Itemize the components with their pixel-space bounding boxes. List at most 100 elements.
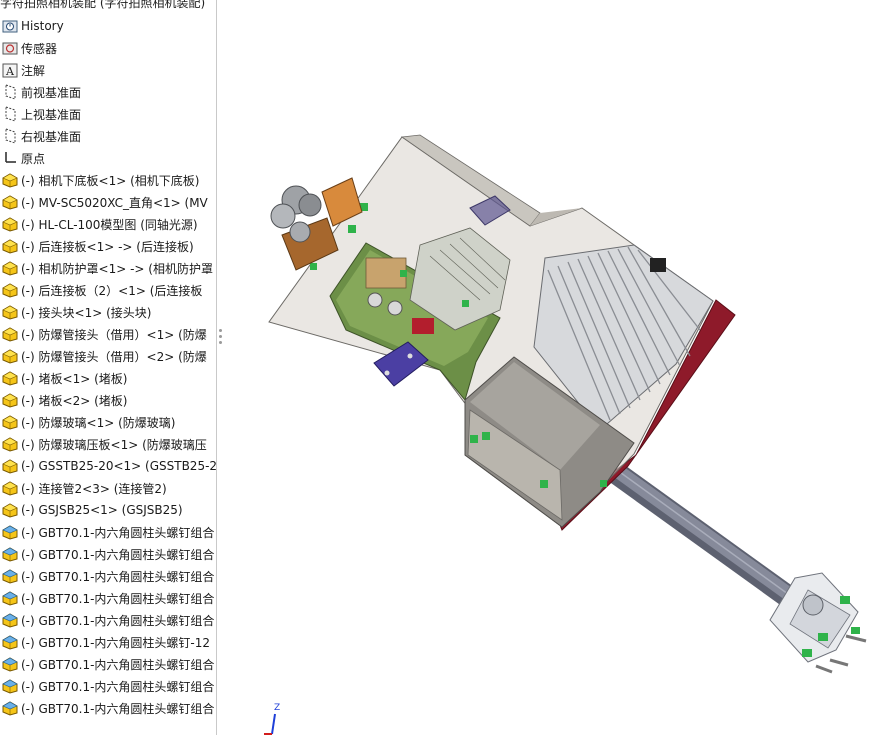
toolbox-part-icon [1,589,19,607]
tree-item[interactable]: (-) MV-SC5020XC_直角<1> (MV [0,191,216,213]
origin-icon [1,149,19,167]
part-icon [1,259,19,277]
tree-item-label: (-) 防爆玻璃压板<1> (防爆玻璃压 [21,437,207,452]
tree-item-label: History [21,19,64,33]
tree-item[interactable]: (-) 后连接板<1> -> (后连接板) [0,235,216,257]
tree-item[interactable]: (-) 堵板<1> (堵板) [0,367,216,389]
tree-item-label: (-) 连接管2<3> (连接管2) [21,481,167,496]
part-icon [1,281,19,299]
tree-item[interactable]: A 注解 [0,59,216,81]
tree-item-label: (-) HL-CL-100模型图 (同轴光源) [21,217,198,232]
tree-item[interactable]: (-) HL-CL-100模型图 (同轴光源) [0,213,216,235]
part-icon [1,457,19,475]
axis-triad: Z [264,703,280,735]
tree-item-label: 注解 [21,63,46,78]
part-icon [1,369,19,387]
tree-item-label: (-) GBT70.1-内六角圆柱头螺钉组合 [21,679,215,694]
connection-pipe[interactable] [604,466,812,612]
tree-item[interactable]: (-) GBT70.1-内六角圆柱头螺钉组合 [0,653,216,675]
tree-item-label: (-) 相机下底板<1> (相机下底板) [21,173,200,188]
tree-item[interactable]: (-) 防爆管接头（借用）<1> (防爆 [0,323,216,345]
history-icon [1,17,19,35]
tree-item-label: 传感器 [21,41,58,56]
tree-item-label: 右视基准面 [21,129,82,144]
part-icon [1,215,19,233]
tree-item[interactable]: 前视基准面 [0,81,216,103]
tree-item-label: (-) 防爆玻璃<1> (防爆玻璃) [21,415,176,430]
tree-item[interactable]: (-) GSJSB25<1> (GSJSB25) [0,499,216,521]
toolbox-part-icon [1,567,19,585]
part-icon [1,171,19,189]
tree-item[interactable]: 右视基准面 [0,125,216,147]
tree-item[interactable]: (-) 防爆管接头（借用）<2> (防爆 [0,345,216,367]
toolbox-part-icon [1,655,19,673]
part-icon [1,193,19,211]
tree-item-label: (-) GBT70.1-内六角圆柱头螺钉组合 [21,657,215,672]
tree-item[interactable]: History [0,15,216,37]
plane-icon [1,127,19,145]
tree-item[interactable]: (-) 堵板<2> (堵板) [0,389,216,411]
triad-z-label: Z [274,703,280,713]
part-icon [1,479,19,497]
tree-item-label: (-) GBT70.1-内六角圆柱头螺钉组合 [21,613,215,628]
tree-item[interactable]: 传感器 [0,37,216,59]
tree-item-label: (-) GBT70.1-内六角圆柱头螺钉组合 [21,701,215,716]
tree-item[interactable]: (-) GBT70.1-内六角圆柱头螺钉组合 [0,675,216,697]
sensor-icon [1,39,19,57]
part-icon [1,413,19,431]
tree-item-label: (-) GBT70.1-内六角圆柱头螺钉组合 [21,525,215,540]
tree-item[interactable]: (-) 接头块<1> (接头块) [0,301,216,323]
part-icon [1,237,19,255]
svg-text:A: A [5,65,15,78]
tree-item-label: (-) 接头块<1> (接头块) [21,305,152,320]
tree-item[interactable]: 原点 [0,147,216,169]
tree-item-label: (-) 防爆管接头（借用）<2> (防爆 [21,349,207,364]
toolbox-part-icon [1,677,19,695]
tree-item[interactable]: (-) GBT70.1-内六角圆柱头螺钉-12 [0,631,216,653]
toolbox-part-icon [1,633,19,651]
tree-item-label: (-) GSJSB25<1> (GSJSB25) [21,503,183,517]
part-icon [1,501,19,519]
toolbox-part-icon [1,545,19,563]
part-icon [1,347,19,365]
annotation-icon: A [1,61,19,79]
toolbox-part-icon [1,611,19,629]
tree-item[interactable]: (-) 防爆玻璃<1> (防爆玻璃) [0,411,216,433]
tree-item-label: (-) 堵板<1> (堵板) [21,371,128,386]
tree-item-label: 原点 [21,151,46,166]
tree-item[interactable]: (-) GBT70.1-内六角圆柱头螺钉组合 [0,587,216,609]
tree-item-label: 前视基准面 [21,85,82,100]
graphics-viewport[interactable] [222,0,883,735]
tree-item[interactable]: (-) GBT70.1-内六角圆柱头螺钉组合 [0,543,216,565]
tree-item-label: (-) 相机防护罩<1> -> (相机防护罩 [21,261,213,276]
tree-item[interactable]: (-) 相机防护罩<1> -> (相机防护罩 [0,257,216,279]
feature-manager-tree[interactable]: 字符拍照相机装配 (字符拍照相机装配) History 传感器 A 注解前视基准面上视… [0,0,217,735]
tree-item[interactable]: (-) 连接管2<3> (连接管2) [0,477,216,499]
part-icon [1,325,19,343]
tree-item-label: (-) 堵板<2> (堵板) [21,393,128,408]
toolbox-part-icon [1,523,19,541]
tree-item[interactable]: (-) 后连接板（2）<1> (后连接板 [0,279,216,301]
tree-item[interactable]: (-) 相机下底板<1> (相机下底板) [0,169,216,191]
assembly-title[interactable]: 字符拍照相机装配 (字符拍照相机装配) [0,0,216,10]
tree-item[interactable]: (-) GBT70.1-内六角圆柱头螺钉组合 [0,565,216,587]
tree-item[interactable]: (-) GBT70.1-内六角圆柱头螺钉组合 [0,697,216,719]
tree-item[interactable]: (-) GSSTB25-20<1> (GSSTB25-2 [0,455,216,477]
part-icon [1,391,19,409]
part-icon [1,435,19,453]
plane-icon [1,105,19,123]
tree-item-label: (-) 防爆管接头（借用）<1> (防爆 [21,327,207,342]
tree-item-label: (-) GSSTB25-20<1> (GSSTB25-2 [21,459,216,473]
tree-item[interactable]: (-) GBT70.1-内六角圆柱头螺钉组合 [0,521,216,543]
tree-item-label: (-) 后连接板<1> -> (后连接板) [21,239,194,254]
plane-icon [1,83,19,101]
tree-item-label: 上视基准面 [21,107,82,122]
tree-item[interactable]: 上视基准面 [0,103,216,125]
tree-item-label: (-) 后连接板（2）<1> (后连接板 [21,283,203,298]
toolbox-part-icon [1,699,19,717]
tree-item-label: (-) MV-SC5020XC_直角<1> (MV [21,195,208,210]
tree-item-label: (-) GBT70.1-内六角圆柱头螺钉组合 [21,547,215,562]
tree-item-label: (-) GBT70.1-内六角圆柱头螺钉组合 [21,591,215,606]
tree-item[interactable]: (-) GBT70.1-内六角圆柱头螺钉组合 [0,609,216,631]
tree-item[interactable]: (-) 防爆玻璃压板<1> (防爆玻璃压 [0,433,216,455]
